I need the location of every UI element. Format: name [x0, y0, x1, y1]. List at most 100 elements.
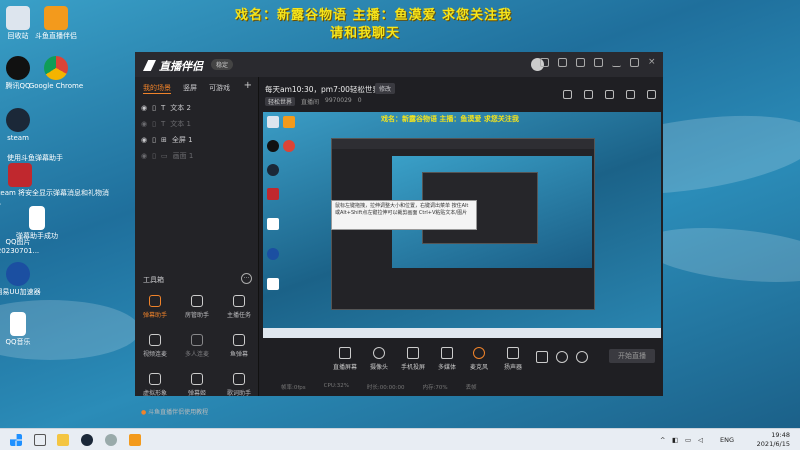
maximize-icon[interactable]: [630, 58, 639, 67]
lyrics-icon: [233, 373, 245, 385]
app-taskbar-icon[interactable]: [105, 434, 117, 446]
close-icon[interactable]: ×: [648, 58, 657, 67]
tool-avatar[interactable]: 虚拟形象: [135, 373, 175, 397]
notice-icon: [8, 163, 32, 187]
lock-icon[interactable]: ▯: [152, 152, 156, 160]
stream-meta: 轻松世界 直播间 9970029 0: [265, 97, 362, 106]
task-view-icon[interactable]: [34, 434, 46, 446]
settings-button[interactable]: [575, 351, 589, 366]
status-cpu: CPU:32%: [323, 383, 349, 389]
tool-lyrics[interactable]: 歌词助手: [219, 373, 259, 397]
stream-preview[interactable]: 戏名：新露谷物语 主播：鱼漠爱 求您关注我 鼠标左键拖拽，拉伸调整大小和位置，右…: [263, 112, 661, 338]
input-language[interactable]: ENG: [720, 436, 734, 444]
source-row[interactable]: ◉ ▯ ⊞ 全屏 1: [135, 132, 258, 148]
fish-icon: [233, 334, 245, 346]
qq-penguin-icon: [6, 56, 30, 80]
lock-icon[interactable]: ▯: [152, 104, 156, 112]
settings-icon[interactable]: [576, 58, 585, 67]
system-clock[interactable]: 19:48 2021/6/15: [757, 431, 790, 449]
lock-icon[interactable]: ▯: [152, 120, 156, 128]
uu-icon: [6, 262, 30, 286]
preview-taskbar: [263, 328, 661, 338]
gear-icon: [576, 351, 588, 363]
play-icon: [441, 347, 453, 359]
tool-multi-link[interactable]: 多人连麦: [177, 334, 217, 358]
tab-my-scene[interactable]: 我的场景: [143, 83, 171, 94]
qq-image-desktop-icon[interactable]: QQ图片20230701...: [0, 238, 46, 256]
preview-banner: 戏名：新露谷物语 主播：鱼漠爱 求您关注我: [381, 115, 519, 123]
view-button[interactable]: [555, 351, 569, 366]
eye-icon[interactable]: ◉: [141, 120, 147, 128]
desktop-banner-line2: 请和我聊天: [330, 26, 401, 41]
app-logo: 直播伴侣: [143, 58, 203, 74]
skin-icon[interactable]: [540, 58, 549, 67]
record-icon[interactable]: [563, 90, 572, 99]
more-tools-button[interactable]: ···: [241, 273, 252, 284]
danmu-icon: [149, 295, 161, 307]
edit-title-button[interactable]: 修改: [375, 83, 396, 94]
status-dropped: 丢帧: [465, 385, 477, 391]
network-icon[interactable]: ▭: [685, 436, 691, 444]
screenshot-icon[interactable]: [605, 90, 614, 99]
pin-icon[interactable]: [594, 58, 603, 67]
version-badge[interactable]: 稳定: [211, 59, 234, 70]
tool-room-manager[interactable]: 房管助手: [177, 295, 217, 319]
file-icon: [267, 218, 279, 230]
start-icon[interactable]: [10, 434, 22, 446]
tray-arrow-icon[interactable]: ^: [660, 436, 665, 444]
douyu-taskbar-icon[interactable]: [129, 434, 141, 446]
qq-music-desktop-icon[interactable]: QQ音乐: [0, 312, 46, 347]
tab-vertical[interactable]: 竖屏: [183, 83, 197, 94]
app-window: 直播伴侣 稳定 × 我的场景 竖屏 可游戏 + ◉ ▯ T 文本 2 ◉ ▯ T 文本 …: [135, 52, 663, 416]
danmu-success-desktop-icon[interactable]: 弹幕助手成功: [4, 206, 70, 241]
lock-icon[interactable]: [584, 90, 593, 99]
douyu-companion-desktop-icon[interactable]: 斗鱼直播伴侣: [28, 6, 84, 41]
start-live-button[interactable]: 开始直播: [609, 349, 655, 363]
tool-streamer-task[interactable]: 主播任务: [219, 295, 259, 319]
tool-fish-danmu[interactable]: 鱼弹幕: [219, 334, 259, 358]
source-row[interactable]: ◉ ▯ T 文本 2: [135, 100, 258, 116]
add-scene-button[interactable]: +: [244, 80, 252, 91]
message-icon[interactable]: [558, 58, 567, 67]
task-icon: [233, 295, 245, 307]
camera-icon: [373, 347, 385, 359]
recycle-bin-icon: [267, 116, 279, 128]
windows-taskbar: ^ ◧ ▭ ◁ ENG 19:48 2021/6/15: [0, 428, 800, 450]
status-duration: 时长:00:00:00: [366, 385, 405, 391]
tool-video-link[interactable]: 视频连麦: [135, 334, 175, 358]
record-icon: [536, 351, 548, 363]
eye-icon[interactable]: ◉: [141, 152, 147, 160]
status-fps: 帧率:0fps: [281, 385, 306, 391]
bell-icon[interactable]: [626, 90, 635, 99]
help-icon: ●: [141, 409, 147, 416]
tool-danmu-helper[interactable]: 弹幕助手: [135, 295, 175, 319]
category-badge[interactable]: 轻松世界: [265, 97, 296, 106]
minimize-icon[interactable]: [612, 58, 621, 67]
steam-notice-desktop-icon[interactable]: steam 将安全显示弹幕消息和礼物消息: [0, 163, 114, 207]
eye-icon[interactable]: ◉: [141, 136, 147, 144]
help-link[interactable]: ● 斗鱼直播伴侣使用教程: [141, 407, 208, 416]
danmu-helper-desktop-icon[interactable]: 使用斗鱼弹幕助手: [0, 154, 74, 163]
microphone-icon: [473, 347, 485, 359]
window-controls: ×: [540, 58, 657, 67]
speaker-button[interactable]: 扬声器: [493, 347, 533, 371]
status-memory: 内存:70%: [422, 385, 448, 391]
file-explorer-icon[interactable]: [57, 434, 69, 446]
volume-icon[interactable]: ◁: [698, 436, 703, 444]
tab-game[interactable]: 可游戏: [209, 83, 230, 94]
record-button[interactable]: [535, 351, 549, 366]
tool-danmu-ji[interactable]: 弹幕姬: [177, 373, 217, 397]
chrome-desktop-icon[interactable]: Google Chrome: [28, 56, 84, 91]
source-row[interactable]: ◉ ▯ ▭ 画面 1: [135, 148, 258, 164]
steam-desktop-icon[interactable]: steam: [0, 108, 46, 143]
lock-icon[interactable]: ▯: [152, 136, 156, 144]
notice-icon: [267, 188, 279, 200]
share-icon[interactable]: [647, 90, 656, 99]
eye-icon[interactable]: ◉: [141, 104, 147, 112]
tray-app-icon[interactable]: ◧: [672, 436, 678, 444]
image-icon: ▭: [160, 152, 168, 160]
steam-taskbar-icon[interactable]: [81, 434, 93, 446]
source-row[interactable]: ◉ ▯ T 文本 1: [135, 116, 258, 132]
manager-icon: [191, 295, 203, 307]
uu-accelerator-desktop-icon[interactable]: 网易UU加速器: [0, 262, 46, 297]
